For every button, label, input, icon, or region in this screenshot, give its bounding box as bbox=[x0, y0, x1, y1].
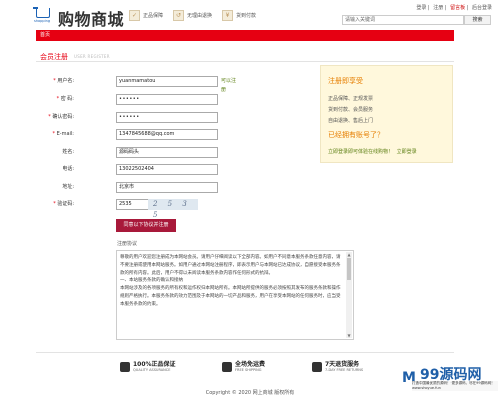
scroll-up-icon[interactable]: ▲ bbox=[346, 252, 352, 257]
cart-icon bbox=[33, 7, 50, 18]
scroll-thumb[interactable] bbox=[347, 258, 351, 280]
footer-badge-shipping: 全场免运费 FREE SHIPPING bbox=[222, 360, 265, 374]
address-row: 地址: 北京市 bbox=[36, 182, 236, 193]
username-row: * 用户名: yuanmamatou 可以注册 bbox=[53, 76, 237, 93]
email-label: E-mail: bbox=[56, 131, 74, 137]
return-icon: ↺ bbox=[173, 9, 184, 21]
captcha-label: 验证码: bbox=[57, 201, 74, 207]
sidebar-title: 注册即享受 bbox=[328, 77, 363, 85]
username-hint: 可以注册 bbox=[221, 78, 237, 93]
confirm-row: * 确认密码: •••••• bbox=[36, 112, 236, 123]
guestbook-link[interactable]: 留言板 bbox=[450, 5, 465, 11]
brand-name[interactable]: 购物商城 bbox=[58, 6, 124, 30]
phone-row: 电话: 13022502404 bbox=[36, 164, 236, 175]
main-nav: 首页 bbox=[36, 30, 454, 41]
password-label: 密 码: bbox=[60, 96, 74, 102]
feature-return: ↺ 无理由退换 bbox=[173, 8, 212, 22]
admin-login-link[interactable]: 后台登录 bbox=[472, 5, 492, 11]
name-row: 姓名: 源码码头 bbox=[36, 147, 236, 158]
guarantee-icon: ✓ bbox=[129, 9, 140, 21]
address-label: 地址: bbox=[62, 184, 74, 190]
sidebar-item: 货到付款、会员服务 bbox=[328, 107, 374, 113]
logo-subtext: shopping bbox=[34, 19, 51, 23]
footer-badge-returns: 7天退货服务 7-DAY FREE RETURNS bbox=[312, 360, 363, 374]
sidebar-login-line: 立即登录即可体验在线购物！ 立即登录 bbox=[328, 149, 417, 155]
footer-divider bbox=[36, 352, 454, 353]
name-field[interactable]: 源码码头 bbox=[116, 147, 218, 158]
login-link[interactable]: 登录 bbox=[416, 5, 426, 11]
search-input[interactable]: 请输入关键词 bbox=[342, 15, 464, 25]
username-field[interactable]: yuanmamatou bbox=[116, 76, 218, 87]
agreement-scrollbar[interactable]: ▲ ▼ bbox=[346, 252, 352, 338]
sidebar-login-link[interactable]: 立即登录 bbox=[397, 149, 417, 155]
top-header: shopping 购物商城 ✓ 正品保障 ↺ 无理由退换 ¥ 货到付款 登录 |… bbox=[0, 0, 500, 30]
register-link[interactable]: 注册 bbox=[433, 5, 443, 11]
password-row: * 密 码: •••••• bbox=[36, 94, 236, 105]
username-label: 用户名: bbox=[57, 78, 74, 84]
phone-label: 电话: bbox=[62, 166, 74, 172]
page-title-en: USER REGISTER bbox=[74, 54, 110, 59]
truck-icon bbox=[222, 362, 232, 372]
sidebar-item: 自由退换、售后上门 bbox=[328, 118, 374, 124]
top-links: 登录 | 注册 | 留言板 | 后台登录 bbox=[416, 5, 492, 11]
footer-badge-quality: 100%正品保证 QUALITY ASSURANCE bbox=[120, 360, 176, 374]
address-field[interactable]: 北京市 bbox=[116, 182, 218, 193]
confirm-password-field[interactable]: •••••• bbox=[116, 112, 218, 123]
captcha-image[interactable]: 2 5 3 5 bbox=[148, 199, 198, 219]
agreement-title: 注册协议 bbox=[117, 241, 138, 247]
feature-guarantee: ✓ 正品保障 bbox=[129, 8, 163, 22]
shield-icon bbox=[120, 362, 130, 372]
nav-home[interactable]: 首页 bbox=[40, 30, 50, 41]
logo[interactable]: shopping bbox=[33, 7, 54, 23]
phone-field[interactable]: 13022502404 bbox=[116, 164, 218, 175]
agreement-paragraph: 本网站涉及的各项服务的所有权和运作权归本网站所有。本网站所提供的服务必须按照其发… bbox=[120, 286, 341, 307]
agreement-paragraph: 尊敬的用户欢迎您注册成为本网站会员。请用户仔细阅读以下全部内容。如用户不同意本服… bbox=[120, 255, 341, 276]
scroll-down-icon[interactable]: ▼ bbox=[346, 333, 352, 338]
watermark-subtext: 打造中国最优质的源码！·更多源码，尽在99源码网！www.shoyue.fun bbox=[412, 381, 498, 391]
benefits-sidebar: 注册即享受 正品保障、正规发票 货到付款、会员服务 自由退换、售后上门 已经拥有… bbox=[320, 65, 453, 163]
email-row: * E-mail: 1347845688@qq.com bbox=[36, 129, 236, 140]
captcha-row: * 验证码: 2535 2 5 3 5 bbox=[36, 199, 236, 219]
sidebar-question: 已经拥有账号了？ bbox=[328, 131, 384, 139]
search-button[interactable]: 搜索 bbox=[464, 15, 491, 25]
sidebar-item: 正品保障、正规发票 bbox=[328, 96, 374, 102]
agree-register-button[interactable]: 同意以下协议并注册 bbox=[116, 219, 176, 232]
agreement-paragraph: 一、本站服务条款的确认和接纳 bbox=[120, 278, 183, 284]
email-field[interactable]: 1347845688@qq.com bbox=[116, 129, 218, 140]
page-title-bar: 会员注册 USER REGISTER bbox=[36, 50, 454, 62]
feature-cod: ¥ 货到付款 bbox=[222, 8, 256, 22]
cod-icon: ¥ bbox=[222, 9, 233, 21]
return-box-icon bbox=[312, 362, 322, 372]
confirm-label: 确认密码: bbox=[52, 114, 74, 120]
password-field[interactable]: •••••• bbox=[116, 94, 218, 105]
agreement-box[interactable]: 尊敬的用户欢迎您注册成为本网站会员。请用户仔细阅读以下全部内容。如用户不同意本服… bbox=[116, 250, 354, 340]
name-label: 姓名: bbox=[62, 149, 74, 155]
page-title: 会员注册 bbox=[40, 53, 68, 61]
